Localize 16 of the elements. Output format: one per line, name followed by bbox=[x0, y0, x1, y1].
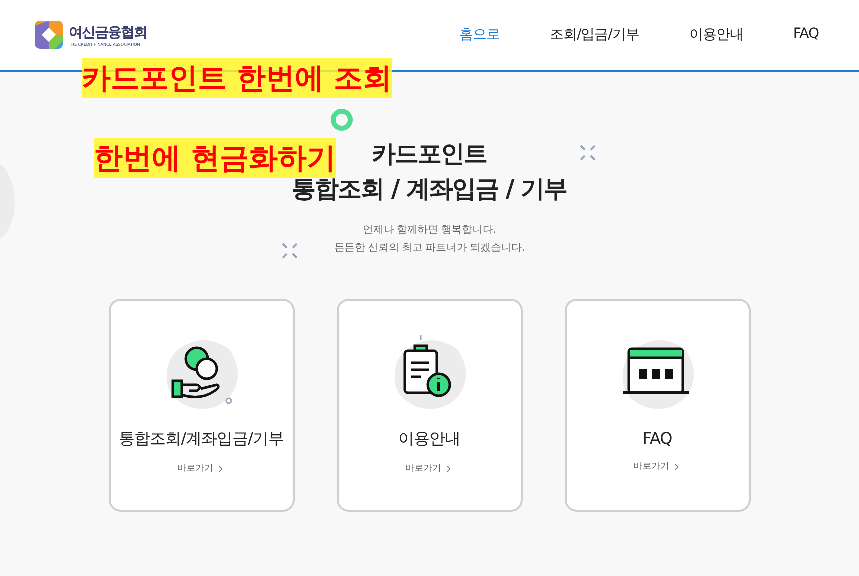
nav-link[interactable]: 홈으로 bbox=[459, 26, 500, 44]
hero-subtitle: 언제나 함께하면 행복합니다. bbox=[362, 223, 497, 238]
hero-subtitle: 든든한 신뢰의 최고 파트너가 되겠습니다. bbox=[334, 241, 525, 256]
highlighted-annotation: 카드포인트 한번에 조회 bbox=[82, 58, 392, 98]
logo-icon bbox=[35, 21, 63, 49]
highlighted-annotation: 한번에 현금화하기 bbox=[94, 138, 336, 178]
menu-card[interactable]: 이용안내 바로가기 bbox=[336, 299, 522, 512]
nav-link[interactable]: 이용안내 bbox=[689, 26, 744, 44]
nav-link[interactable]: FAQ bbox=[793, 26, 819, 44]
menu-card[interactable]: 통합조회/계좌입금/기부 바로가기 bbox=[108, 299, 294, 512]
logo-name: 여신금융협회 bbox=[69, 24, 147, 42]
sparkle-icon bbox=[579, 144, 597, 162]
menu-card[interactable]: FAQ 바로가기 bbox=[564, 299, 750, 512]
ring-icon bbox=[330, 109, 352, 131]
nav-link[interactable]: 조회/입금/기부 bbox=[550, 26, 640, 44]
sparkle-icon bbox=[281, 242, 299, 260]
